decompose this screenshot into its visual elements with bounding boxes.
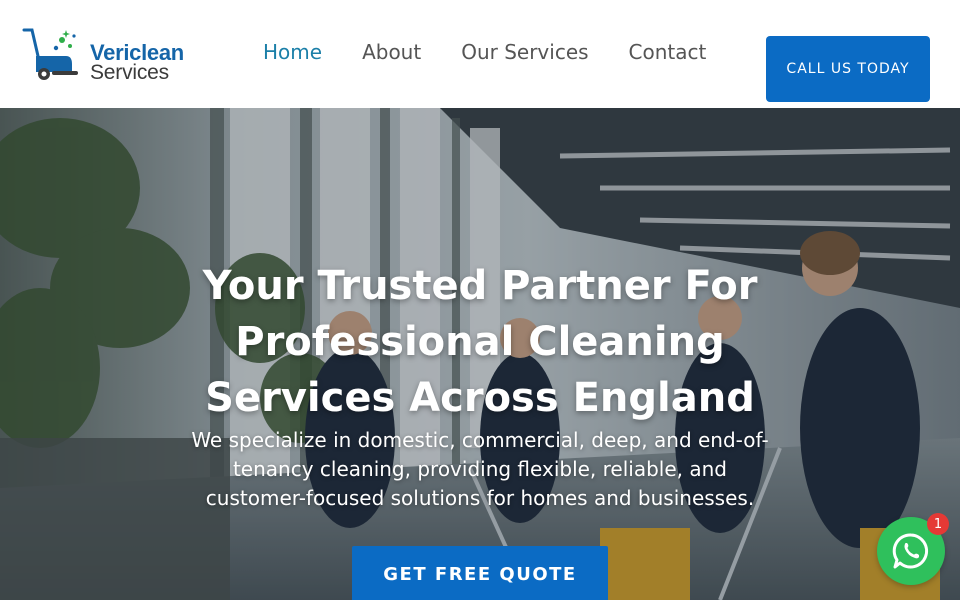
hero-subtitle: We specialize in domestic, commercial, d… bbox=[191, 428, 769, 510]
nav-item-contact[interactable]: Contact bbox=[629, 40, 707, 64]
main-nav: Home About Our Services Contact bbox=[263, 40, 746, 64]
site-header: Vericlean Services Home About Our Servic… bbox=[0, 0, 960, 108]
call-us-today-button[interactable]: CALL US TODAY bbox=[766, 36, 930, 102]
get-free-quote-button[interactable]: GET FREE QUOTE bbox=[352, 546, 608, 600]
floor-scrubber-icon bbox=[22, 28, 78, 80]
nav-item-our-services[interactable]: Our Services bbox=[461, 40, 588, 64]
hero-title: Your Trusted Partner For Professional Cl… bbox=[202, 263, 758, 421]
nav-item-home[interactable]: Home bbox=[263, 40, 322, 64]
site-logo[interactable]: Vericlean Services bbox=[22, 26, 202, 84]
logo-name-line2: Services bbox=[90, 61, 169, 84]
whatsapp-icon bbox=[892, 533, 929, 569]
nav-item-about[interactable]: About bbox=[362, 40, 421, 64]
notification-badge: 1 bbox=[927, 513, 949, 535]
hero-section: Your Trusted Partner For Professional Cl… bbox=[0, 108, 960, 600]
